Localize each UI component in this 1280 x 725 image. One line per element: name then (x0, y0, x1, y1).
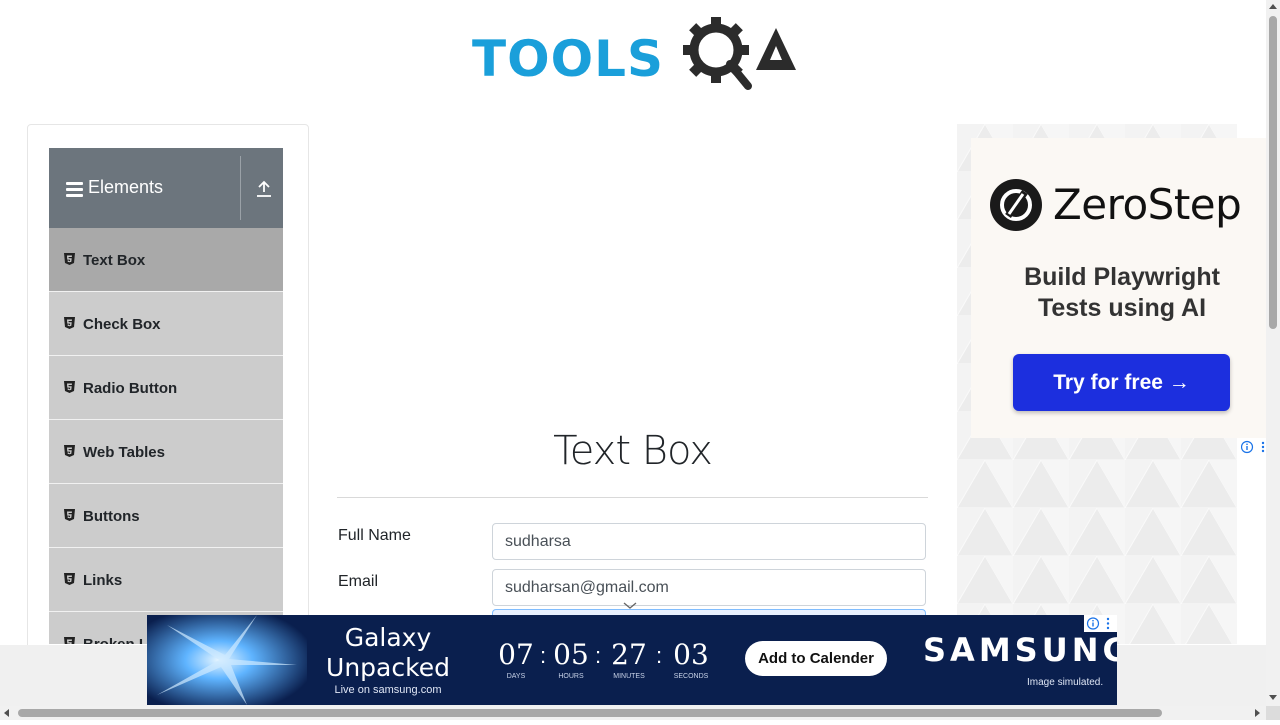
sidebar-item-links[interactable]: Links (49, 548, 283, 612)
email-label: Email (338, 573, 379, 590)
countdown-seconds: 03 SECONDS (671, 638, 711, 681)
zerostep-logo-icon (990, 179, 1042, 231)
elements-menu-list: Text Box Check Box Radio Button Web Tabl… (49, 228, 283, 644)
html5-icon (64, 445, 75, 457)
try-for-free-button[interactable]: Try for free → (1013, 354, 1230, 411)
html5-icon (64, 573, 75, 585)
vertical-scrollbar[interactable] (1266, 0, 1280, 706)
countdown-unit: SECONDS (673, 673, 709, 680)
collapse-upload-icon[interactable] (256, 180, 272, 198)
scroll-right-arrow-icon[interactable] (1250, 706, 1264, 720)
galaxy-title: Galaxy Unpacked (326, 623, 450, 682)
logo-text: TOOLS (472, 30, 664, 88)
sidebar-item-label: Text Box (83, 252, 146, 269)
sidebar-item-label: Links (83, 572, 123, 589)
sidebar-item-label: Radio Button (83, 380, 178, 397)
html5-icon (64, 253, 75, 265)
sidebar-item-web-tables[interactable]: Web Tables (49, 420, 283, 484)
ad-disclaimer: Image simulated. (1027, 677, 1104, 688)
scrollbar-corner (1266, 706, 1280, 720)
elements-group-header[interactable]: Elements (49, 148, 283, 228)
ad-info-icon[interactable] (1084, 615, 1117, 632)
countdown-unit: HOURS (558, 673, 584, 680)
add-to-calendar-button[interactable]: Add to Calender (745, 641, 887, 676)
scroll-up-arrow-icon[interactable] (1266, 0, 1280, 14)
sidebar-item-label: Web Tables (83, 444, 165, 461)
sidebar-item-check-box[interactable]: Check Box (49, 292, 283, 356)
chevron-down-icon[interactable] (623, 602, 637, 610)
countdown-days: 07 DAYS (496, 638, 536, 681)
html5-icon (64, 381, 75, 393)
samsung-logo: SAMSUNG (923, 631, 1117, 669)
scroll-down-arrow-icon[interactable] (1266, 690, 1280, 704)
sidebar-item-buttons[interactable]: Buttons (49, 484, 283, 548)
title-divider (337, 497, 928, 498)
countdown-value: 05 (553, 638, 589, 671)
sidebar-item-radio-button[interactable]: Radio Button (49, 356, 283, 420)
countdown-separator: : (595, 643, 602, 668)
ad-brand: ZeroStep (1053, 180, 1242, 229)
ad-choices[interactable] (1084, 615, 1117, 632)
full-name-input[interactable] (492, 523, 926, 560)
sidebar-item-label: Check Box (83, 316, 161, 333)
samsung-ad-banner[interactable]: Galaxy Unpacked Live on samsung.com 07 D… (147, 615, 1117, 705)
countdown-value: 07 (498, 638, 534, 671)
vertical-scroll-thumb[interactable] (1269, 16, 1277, 329)
html5-icon (64, 509, 75, 521)
galaxy-burst-graphic (147, 615, 307, 705)
ad-tagline: Build Playwright Tests using AI (1024, 263, 1220, 322)
horizontal-scrollbar[interactable] (0, 706, 1266, 720)
countdown-separator: : (540, 643, 547, 668)
countdown-hours: 05 HOURS (551, 638, 591, 681)
email-input[interactable] (492, 569, 926, 606)
countdown-value: 03 (673, 638, 709, 671)
full-name-label: Full Name (338, 527, 411, 544)
menu-icon (66, 182, 83, 197)
countdown-unit: MINUTES (613, 673, 645, 680)
countdown-minutes: 27 MINUTES (609, 638, 649, 681)
scroll-left-arrow-icon[interactable] (0, 706, 14, 720)
countdown-unit: DAYS (506, 673, 526, 680)
gear-magnifier-logo-icon (683, 17, 796, 90)
group-title: Elements (88, 177, 164, 197)
html5-icon (64, 317, 75, 329)
horizontal-scroll-thumb[interactable] (18, 709, 1162, 717)
page-title: Text Box (553, 428, 713, 474)
sidebar-item-label: Buttons (83, 508, 140, 525)
ad-info-icon[interactable] (1241, 440, 1267, 454)
html5-icon (64, 637, 75, 644)
sidebar-item-text-box[interactable]: Text Box (49, 228, 283, 292)
header-divider (240, 156, 241, 220)
galaxy-subtitle: Live on samsung.com (334, 684, 442, 696)
countdown-separator: : (656, 643, 663, 668)
countdown-value: 27 (611, 638, 647, 671)
toolsqa-logo[interactable]: TOOLS (472, 14, 798, 92)
